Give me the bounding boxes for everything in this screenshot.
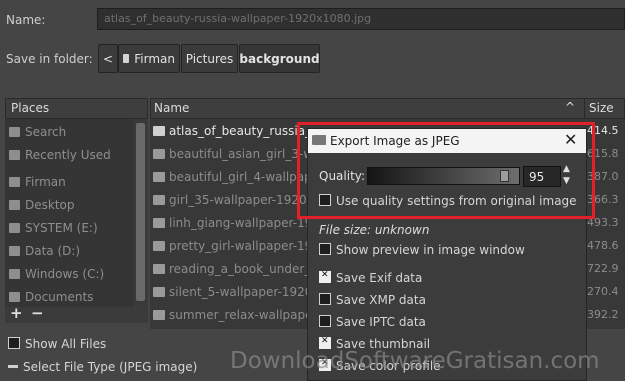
- place-label: Documents: [25, 290, 94, 304]
- place-label: SYSTEM (E:): [25, 221, 98, 235]
- checkbox-label: Save IPTC data: [336, 315, 426, 329]
- breadcrumb-firman[interactable]: Firman: [118, 44, 180, 73]
- highlight-box: [297, 122, 595, 219]
- file-name: pretty_girl-wallpaper-192: [169, 239, 320, 253]
- place-recently-used[interactable]: Recently Used: [9, 145, 111, 165]
- sort-ascending-icon[interactable]: ^: [565, 100, 575, 114]
- checkbox[interactable]: [319, 243, 331, 255]
- place-data-d[interactable]: Data (D:): [9, 241, 80, 261]
- drive-icon: [9, 246, 20, 256]
- checkbox-label: Save XMP data: [336, 293, 426, 307]
- file-size: 478.6: [587, 239, 619, 252]
- breadcrumb-label: Firman: [134, 51, 175, 66]
- place-label: Recently Used: [25, 148, 111, 162]
- drive-icon: [9, 223, 20, 233]
- save-in-folder-label: Save in folder:: [6, 52, 93, 66]
- column-divider: [584, 98, 585, 119]
- checkbox[interactable]: [319, 270, 331, 283]
- checkbox-label: Save Exif data: [336, 271, 423, 285]
- save-xmp-checkbox[interactable]: Save XMP data: [319, 293, 426, 307]
- folder-icon: [9, 177, 20, 187]
- desktop-icon: [9, 200, 20, 210]
- recent-icon: [9, 150, 20, 160]
- file-name: reading_a_book_under_a: [169, 262, 318, 276]
- folder-icon: [9, 292, 20, 302]
- image-file-icon: [153, 310, 165, 320]
- place-label: Desktop: [25, 198, 75, 212]
- place-desktop[interactable]: Desktop: [9, 195, 75, 215]
- watermark: DownloadSoftwareGratisan.com: [230, 348, 600, 374]
- image-file-icon: [153, 172, 165, 182]
- remove-place-button[interactable]: −: [31, 304, 44, 322]
- image-file-icon: [153, 149, 165, 159]
- folder-icon: [123, 54, 130, 63]
- breadcrumb-background[interactable]: background: [239, 44, 320, 73]
- places-list: Search Recently Used Firman Desktop SYST…: [5, 119, 134, 307]
- places-footer: [5, 307, 148, 323]
- file-name: summer_relax-wallpaper: [169, 308, 318, 322]
- places-scrollbar-thumb[interactable]: [136, 123, 145, 301]
- files-header: [150, 98, 625, 119]
- show-all-files-label: Show All Files: [25, 337, 107, 351]
- place-label: Data (D:): [25, 244, 81, 258]
- image-file-icon: [153, 241, 165, 251]
- image-file-icon: [153, 195, 165, 205]
- file-size: 392.2: [587, 308, 619, 321]
- show-all-files-toggle[interactable]: Show All Files: [8, 337, 106, 351]
- save-iptc-checkbox[interactable]: Save IPTC data: [319, 315, 426, 329]
- breadcrumb-back-button[interactable]: <: [98, 44, 118, 73]
- image-file-icon: [153, 264, 165, 274]
- breadcrumb-label: Pictures: [185, 51, 234, 66]
- save-exif-checkbox[interactable]: Save Exif data: [319, 270, 423, 285]
- column-name-header[interactable]: Name: [154, 101, 189, 115]
- collapse-icon: [8, 365, 18, 368]
- column-size-header[interactable]: Size: [589, 101, 614, 115]
- place-windows-c[interactable]: Windows (C:): [9, 264, 104, 284]
- file-name: silent_5-wallpaper-1920x: [169, 285, 320, 299]
- checkbox[interactable]: [8, 337, 20, 349]
- breadcrumb-pictures[interactable]: Pictures: [181, 44, 238, 73]
- show-preview-checkbox[interactable]: Show preview in image window: [319, 243, 525, 257]
- drive-icon: [9, 269, 20, 279]
- select-file-type-expander[interactable]: Select File Type (JPEG image): [8, 360, 197, 374]
- file-name: beautiful_asian_girl_3-w: [169, 147, 314, 161]
- place-search[interactable]: Search: [9, 122, 66, 142]
- image-file-icon: [153, 218, 165, 228]
- add-place-button[interactable]: +: [10, 304, 23, 322]
- places-header[interactable]: Places: [5, 98, 148, 119]
- checkbox-label: Show preview in image window: [336, 243, 525, 257]
- name-label: Name:: [6, 13, 46, 27]
- file-size: 270.4: [587, 285, 619, 298]
- checkbox[interactable]: [319, 293, 331, 305]
- place-label: Firman: [25, 175, 66, 189]
- checkbox[interactable]: [319, 315, 331, 327]
- image-file-icon: [153, 126, 165, 136]
- file-size-label: File size: unknown: [319, 223, 430, 237]
- breadcrumb-label: background: [239, 51, 320, 66]
- image-file-icon: [153, 287, 165, 297]
- file-size: 722.9: [587, 262, 619, 275]
- place-system-e[interactable]: SYSTEM (E:): [9, 218, 98, 238]
- filename-input[interactable]: atlas_of_beauty-russia-wallpaper-1920x10…: [97, 8, 625, 30]
- place-firman[interactable]: Firman: [9, 172, 66, 192]
- chevron-left-icon: <: [102, 51, 114, 66]
- select-file-type-label: Select File Type (JPEG image): [23, 360, 198, 374]
- place-label: Windows (C:): [25, 267, 105, 281]
- search-icon: [9, 127, 20, 137]
- place-label: Search: [25, 125, 67, 139]
